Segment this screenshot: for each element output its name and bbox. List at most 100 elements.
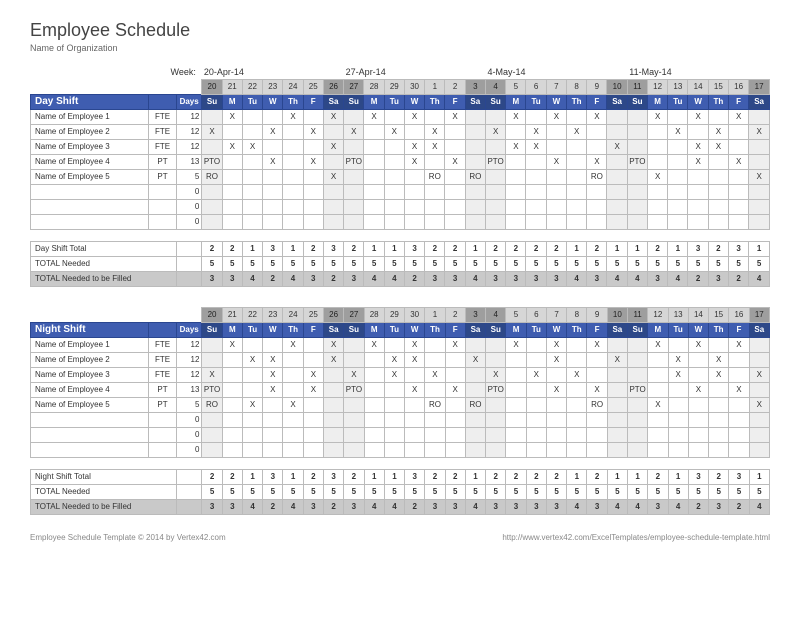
- schedule-cell[interactable]: [283, 125, 303, 140]
- schedule-cell[interactable]: [566, 155, 586, 170]
- employee-type[interactable]: PT: [149, 398, 177, 413]
- schedule-cell[interactable]: [222, 185, 242, 200]
- schedule-cell[interactable]: [627, 200, 647, 215]
- schedule-cell[interactable]: [728, 185, 748, 200]
- schedule-cell[interactable]: [384, 338, 404, 353]
- schedule-cell[interactable]: X: [587, 155, 607, 170]
- employee-name[interactable]: Name of Employee 4: [31, 155, 149, 170]
- schedule-cell[interactable]: [242, 413, 262, 428]
- schedule-cell[interactable]: [566, 185, 586, 200]
- schedule-cell[interactable]: [587, 200, 607, 215]
- schedule-cell[interactable]: X: [263, 155, 283, 170]
- schedule-cell[interactable]: RO: [202, 170, 222, 185]
- schedule-cell[interactable]: [607, 170, 627, 185]
- schedule-cell[interactable]: [323, 215, 343, 230]
- schedule-cell[interactable]: [445, 428, 465, 443]
- schedule-cell[interactable]: X: [242, 398, 262, 413]
- schedule-cell[interactable]: X: [445, 383, 465, 398]
- schedule-cell[interactable]: X: [546, 383, 566, 398]
- employee-type[interactable]: PT: [149, 155, 177, 170]
- schedule-cell[interactable]: [648, 383, 668, 398]
- schedule-cell[interactable]: [404, 200, 424, 215]
- schedule-cell[interactable]: [546, 170, 566, 185]
- schedule-cell[interactable]: X: [688, 155, 708, 170]
- schedule-cell[interactable]: [526, 110, 546, 125]
- schedule-cell[interactable]: [587, 185, 607, 200]
- schedule-cell[interactable]: [567, 338, 587, 353]
- schedule-cell[interactable]: [729, 398, 749, 413]
- schedule-cell[interactable]: [647, 200, 667, 215]
- schedule-cell[interactable]: [465, 428, 485, 443]
- schedule-cell[interactable]: [485, 110, 505, 125]
- schedule-cell[interactable]: [263, 170, 283, 185]
- schedule-cell[interactable]: X: [405, 353, 425, 368]
- schedule-cell[interactable]: PTO: [486, 383, 506, 398]
- employee-type[interactable]: FTE: [149, 125, 177, 140]
- schedule-cell[interactable]: [506, 368, 526, 383]
- schedule-cell[interactable]: [405, 443, 425, 458]
- schedule-cell[interactable]: [222, 200, 242, 215]
- schedule-cell[interactable]: [627, 140, 647, 155]
- schedule-cell[interactable]: [485, 200, 505, 215]
- schedule-cell[interactable]: [749, 155, 770, 170]
- schedule-cell[interactable]: X: [344, 125, 364, 140]
- schedule-cell[interactable]: [627, 110, 647, 125]
- schedule-cell[interactable]: [506, 443, 526, 458]
- schedule-cell[interactable]: [627, 443, 647, 458]
- schedule-cell[interactable]: [222, 413, 242, 428]
- schedule-cell[interactable]: [364, 140, 384, 155]
- schedule-cell[interactable]: X: [587, 383, 607, 398]
- schedule-cell[interactable]: X: [708, 125, 728, 140]
- schedule-cell[interactable]: [607, 338, 627, 353]
- schedule-cell[interactable]: [263, 110, 283, 125]
- schedule-cell[interactable]: [688, 353, 708, 368]
- schedule-cell[interactable]: X: [647, 110, 667, 125]
- schedule-cell[interactable]: [648, 443, 668, 458]
- schedule-cell[interactable]: [607, 443, 627, 458]
- schedule-cell[interactable]: [708, 155, 728, 170]
- schedule-cell[interactable]: X: [607, 353, 627, 368]
- schedule-cell[interactable]: [486, 353, 506, 368]
- employee-type[interactable]: PT: [149, 383, 177, 398]
- employee-type[interactable]: [149, 413, 177, 428]
- schedule-cell[interactable]: X: [384, 368, 404, 383]
- schedule-cell[interactable]: [202, 185, 222, 200]
- schedule-cell[interactable]: X: [283, 338, 303, 353]
- schedule-cell[interactable]: [486, 338, 506, 353]
- schedule-cell[interactable]: X: [364, 338, 384, 353]
- schedule-cell[interactable]: [627, 185, 647, 200]
- schedule-cell[interactable]: [324, 383, 344, 398]
- schedule-cell[interactable]: [485, 185, 505, 200]
- schedule-cell[interactable]: X: [425, 368, 445, 383]
- schedule-cell[interactable]: [607, 398, 627, 413]
- schedule-cell[interactable]: [749, 140, 770, 155]
- schedule-cell[interactable]: [263, 185, 283, 200]
- schedule-cell[interactable]: [627, 215, 647, 230]
- employee-type[interactable]: FTE: [149, 140, 177, 155]
- schedule-cell[interactable]: [202, 443, 222, 458]
- schedule-cell[interactable]: RO: [465, 170, 485, 185]
- schedule-cell[interactable]: [242, 185, 262, 200]
- employee-type[interactable]: FTE: [149, 110, 177, 125]
- schedule-cell[interactable]: [344, 398, 364, 413]
- schedule-cell[interactable]: [445, 443, 465, 458]
- schedule-cell[interactable]: [546, 185, 566, 200]
- schedule-cell[interactable]: [242, 170, 262, 185]
- schedule-cell[interactable]: [668, 110, 688, 125]
- schedule-cell[interactable]: [465, 338, 485, 353]
- schedule-cell[interactable]: X: [486, 368, 506, 383]
- schedule-cell[interactable]: PTO: [344, 383, 364, 398]
- schedule-cell[interactable]: [607, 215, 627, 230]
- schedule-cell[interactable]: [263, 413, 283, 428]
- schedule-cell[interactable]: [344, 413, 364, 428]
- schedule-cell[interactable]: [283, 368, 303, 383]
- schedule-cell[interactable]: X: [405, 383, 425, 398]
- schedule-cell[interactable]: [486, 428, 506, 443]
- schedule-cell[interactable]: [506, 125, 526, 140]
- schedule-cell[interactable]: [668, 185, 688, 200]
- schedule-cell[interactable]: [324, 398, 344, 413]
- schedule-cell[interactable]: [364, 125, 384, 140]
- schedule-cell[interactable]: [364, 155, 384, 170]
- schedule-cell[interactable]: [202, 200, 222, 215]
- schedule-cell[interactable]: [445, 353, 465, 368]
